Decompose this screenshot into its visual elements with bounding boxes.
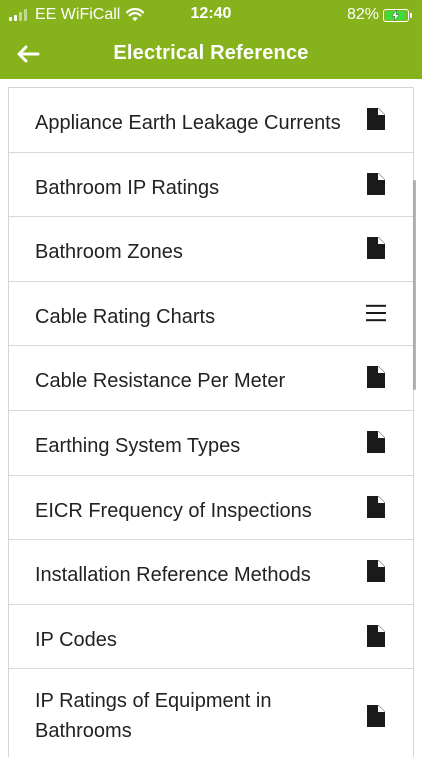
status-bar: EE WiFiCall 12:40 82% (0, 0, 422, 30)
list-item[interactable]: Installation Reference Methods (9, 540, 413, 605)
list-item-label: EICR Frequency of Inspections (35, 499, 312, 522)
battery-cap (410, 12, 412, 18)
document-icon (367, 495, 385, 518)
document-icon (367, 430, 385, 453)
charging-bolt-icon (391, 9, 400, 21)
list-item[interactable]: Earthing System Types (9, 411, 413, 476)
reference-list[interactable]: Appliance Earth Leakage Currents Bathroo… (8, 87, 414, 757)
document-icon (367, 705, 385, 728)
battery-icon (383, 8, 409, 22)
battery-percent: 82% (346, 6, 379, 23)
list-item[interactable]: EICR Frequency of Inspections (9, 476, 413, 541)
document-icon (367, 172, 385, 195)
list-item[interactable]: Appliance Earth Leakage Currents (9, 88, 413, 153)
status-right: 82% (347, 5, 412, 25)
list-item-label: Cable Rating Charts (35, 305, 216, 328)
list-item[interactable]: Cable Resistance Per Meter (9, 346, 413, 411)
list-item-label: Installation Reference Methods (35, 564, 311, 587)
list-item-label: Appliance Earth Leakage Currents (35, 112, 341, 134)
app-header: EE WiFiCall 12:40 82% Electrical Referen… (0, 0, 422, 79)
document-icon (367, 237, 385, 260)
list-item[interactable]: IP Ratings of Equipment in Bathrooms (9, 669, 413, 757)
list-item[interactable]: Bathroom IP Ratings (9, 153, 413, 218)
document-icon (367, 560, 385, 583)
scrollbar[interactable] (413, 180, 416, 390)
page-title: Electrical Reference (113, 42, 309, 64)
list-item-label: Bathroom Zones (35, 241, 183, 264)
nav-bar: Electrical Reference (0, 30, 422, 79)
document-icon (367, 366, 385, 389)
list-item[interactable]: Cable Rating Charts (9, 282, 413, 347)
list-item-label: Earthing System Types (35, 434, 241, 457)
menu-icon (366, 304, 386, 321)
document-icon (367, 108, 385, 130)
list-item[interactable]: Bathroom Zones (9, 217, 413, 282)
list-item-label: Cable Resistance Per Meter (35, 370, 286, 393)
list-item-label: Bathroom IP Ratings (35, 176, 220, 199)
list-item[interactable]: IP Codes (9, 605, 413, 670)
document-icon (367, 624, 385, 647)
list-item-label: IP Codes (35, 628, 117, 651)
list-item-label: IP Ratings of Equipment in Bathrooms (35, 690, 272, 743)
